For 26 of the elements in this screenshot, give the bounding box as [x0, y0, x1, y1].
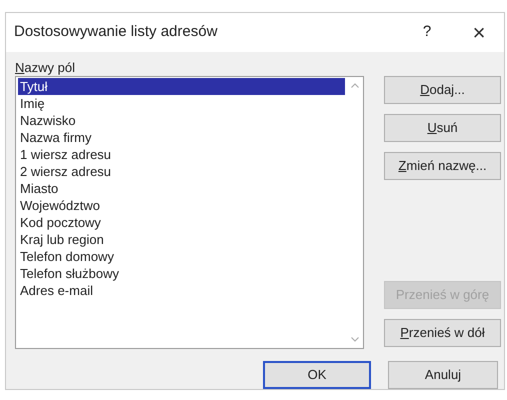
list-item[interactable]: Nazwisko — [18, 112, 345, 129]
list-item[interactable]: Telefon służbowy — [18, 265, 345, 282]
ok-button[interactable]: OK — [263, 361, 371, 389]
scroll-up-icon[interactable] — [351, 83, 359, 88]
list-item[interactable]: 1 wiersz adresu — [18, 146, 345, 163]
list-item[interactable]: Województwo — [18, 197, 345, 214]
list-item[interactable]: 2 wiersz adresu — [18, 163, 345, 180]
list-item[interactable]: Telefon domowy — [18, 248, 345, 265]
list-item[interactable]: Kod pocztowy — [18, 214, 345, 231]
list-item[interactable]: Miasto — [18, 180, 345, 197]
cancel-button[interactable]: Anuluj — [388, 361, 498, 389]
list-item[interactable]: Imię — [18, 95, 345, 112]
side-button[interactable]: Zmień nazwę... — [384, 152, 501, 180]
scroll-down-icon[interactable] — [351, 337, 359, 342]
close-button[interactable]: × — [464, 22, 494, 44]
field-list[interactable]: Tytuł Imię Nazwisko Nazwa firmy 1 wiersz adresu 2 wiersz adresu Miasto Województwo Kod pocztowy Kraj lub region Telefon domowy Telefon służbowy Adres e-mail — [15, 76, 364, 349]
list-item[interactable]: Kraj lub region — [18, 231, 345, 248]
side-button[interactable]: Przenieś w dół — [384, 319, 501, 347]
field-names-label: Nazwy pól — [15, 59, 76, 76]
side-button[interactable]: Dodaj... — [384, 76, 501, 104]
list-item[interactable]: Tytuł — [18, 78, 345, 95]
window-title: Dostosowywanie listy adresów — [14, 22, 218, 42]
help-button[interactable]: ? — [412, 21, 442, 44]
list-item[interactable]: Adres e-mail — [18, 282, 345, 299]
list-item[interactable]: Nazwa firmy — [18, 129, 345, 146]
side-button[interactable]: Usuń — [384, 114, 501, 142]
